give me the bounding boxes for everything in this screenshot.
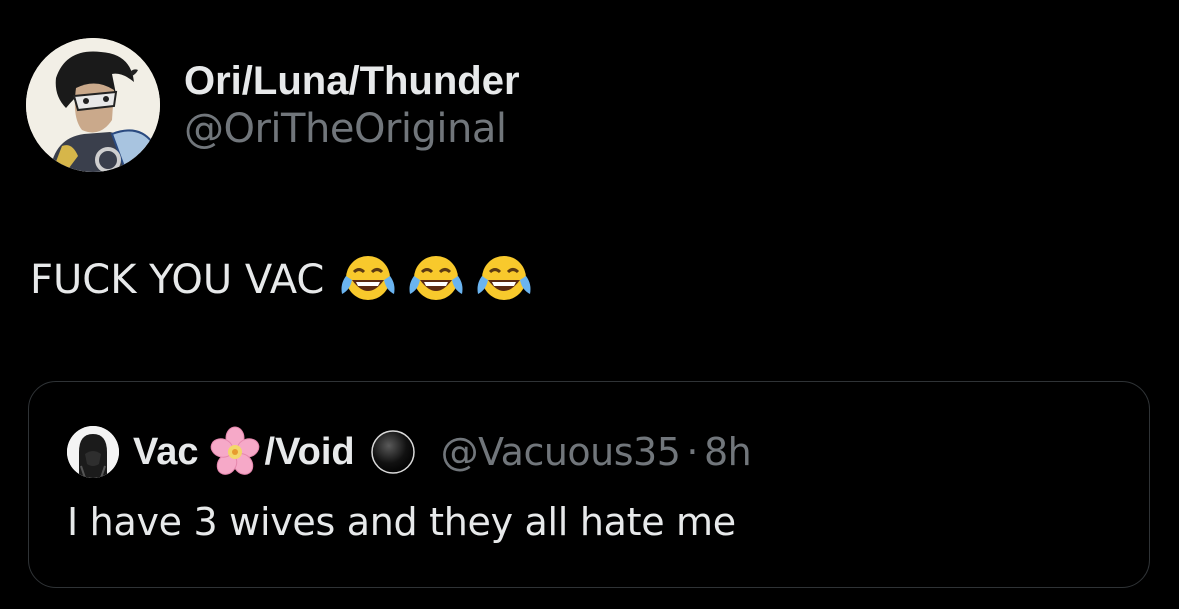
emoji-group — [338, 250, 542, 310]
quote-author-handle[interactable]: @Vacuous35 — [441, 430, 681, 474]
face-with-tears-of-joy-icon — [409, 256, 463, 300]
black-circle-icon — [370, 430, 415, 474]
separator: · — [686, 430, 698, 474]
quote-timestamp[interactable]: 8h — [704, 430, 752, 474]
tweet-header: Ori/Luna/Thunder @OriTheOriginal — [26, 38, 520, 172]
quote-author-name-part2: /Void — [264, 430, 355, 473]
quote-meta: @Vacuous35 · 8h — [441, 430, 752, 474]
author-display-name[interactable]: Ori/Luna/Thunder — [184, 57, 520, 105]
cherry-blossom-icon — [210, 426, 259, 475]
author-avatar[interactable] — [26, 38, 160, 172]
tweet-text: FUCK YOU VAC — [30, 257, 325, 303]
quote-author-avatar[interactable] — [67, 426, 119, 478]
quoted-tweet[interactable]: Vac /Void @Vacuous35 · 8h I have 3 wives… — [28, 381, 1150, 588]
author-handle[interactable]: @OriTheOriginal — [184, 105, 520, 153]
tweet-body: FUCK YOU VAC — [30, 250, 542, 310]
quote-author-name[interactable]: Vac /Void — [133, 426, 417, 478]
tweet[interactable]: Ori/Luna/Thunder @OriTheOriginal FUCK YO… — [0, 0, 1179, 609]
quote-author-name-part1: Vac — [133, 430, 199, 473]
quote-text: I have 3 wives and they all hate me — [67, 500, 736, 544]
author-names: Ori/Luna/Thunder @OriTheOriginal — [184, 57, 520, 153]
quote-header: Vac /Void @Vacuous35 · 8h — [67, 426, 752, 478]
face-with-tears-of-joy-icon — [341, 256, 395, 300]
face-with-tears-of-joy-icon — [477, 256, 531, 300]
